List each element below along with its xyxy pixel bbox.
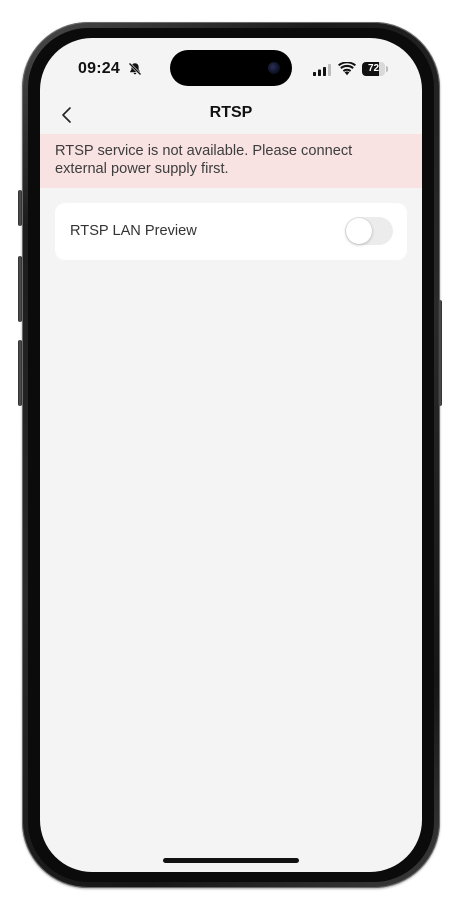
cellular-signal-icon	[313, 64, 331, 76]
wifi-icon	[338, 62, 356, 76]
power-button	[438, 300, 442, 406]
action-button	[18, 190, 22, 226]
toggle-knob	[346, 218, 372, 244]
volume-up-button	[18, 256, 22, 322]
front-camera	[268, 62, 280, 74]
battery-indicator: 72	[362, 62, 388, 76]
screen: 09:24 72 RTSP RTSP service is not availa…	[40, 38, 422, 872]
battery-body: 72	[362, 62, 385, 76]
warning-banner: RTSP service is not available. Please co…	[40, 134, 422, 188]
status-bar: 09:24 72	[40, 38, 422, 98]
bell-slash-icon	[128, 62, 142, 76]
rtsp-lan-preview-label: RTSP LAN Preview	[70, 223, 197, 239]
navigation-bar: RTSP	[40, 96, 422, 134]
volume-down-button	[18, 340, 22, 406]
home-indicator[interactable]	[163, 858, 299, 863]
rtsp-lan-preview-toggle[interactable]	[345, 217, 393, 245]
battery-level: 72	[367, 63, 380, 74]
dynamic-island	[170, 50, 292, 86]
page-title: RTSP	[209, 104, 253, 121]
battery-tip	[386, 66, 388, 72]
status-time: 09:24	[78, 60, 120, 77]
rtsp-lan-preview-row: RTSP LAN Preview	[55, 203, 407, 260]
